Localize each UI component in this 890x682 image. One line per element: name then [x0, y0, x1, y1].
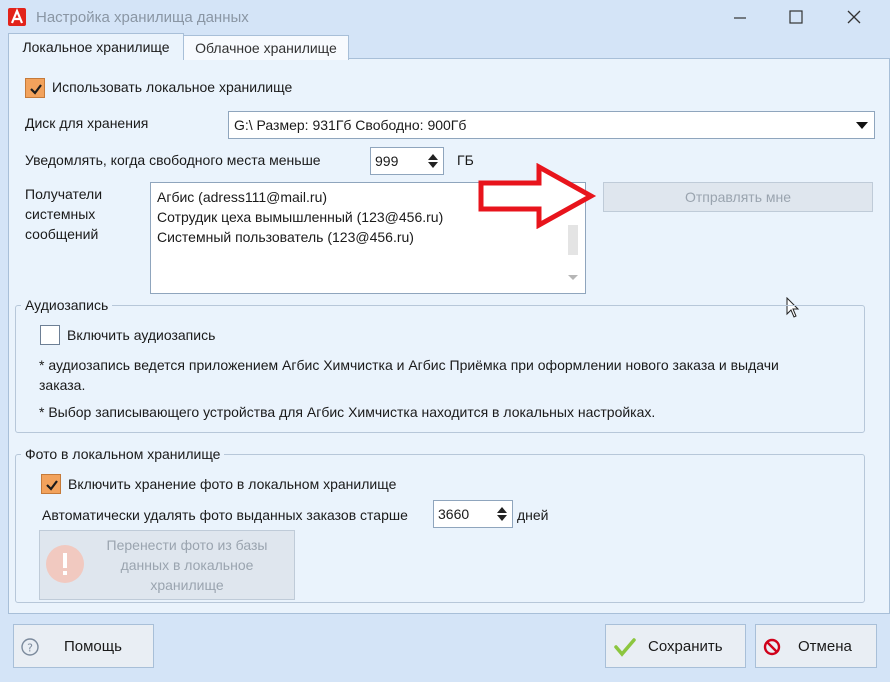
notify-threshold-label: Уведомлять, когда свободного места меньш… — [25, 152, 321, 168]
send-me-button[interactable]: Отправлять мне — [603, 182, 873, 212]
audio-note-1-line1: * аудиозапись ведется приложением Агбис … — [39, 357, 779, 373]
cancel-button-label: Отмена — [798, 638, 852, 655]
audio-group-title: Аудиозапись — [21, 297, 113, 313]
recipients-label-line3: сообщений — [25, 226, 99, 242]
auto-delete-days-value: 3660 — [438, 506, 470, 522]
help-button-label: Помощь — [64, 638, 122, 655]
scroll-thumb[interactable] — [568, 225, 578, 255]
window-title: Настройка хранилища данных — [36, 9, 249, 26]
cancel-button[interactable]: Отмена — [755, 624, 877, 668]
disk-select-value: G:\ Размер: 931Гб Свободно: 900Гб — [234, 117, 467, 133]
spin-down-icon[interactable] — [428, 162, 438, 168]
list-item[interactable]: Сотрудик цеха вымышленный (123@456.ru) — [157, 209, 443, 225]
spin-up-icon[interactable] — [497, 507, 507, 513]
svg-text:?: ? — [27, 642, 33, 655]
maximize-icon — [789, 10, 803, 24]
minimize-button[interactable] — [712, 0, 768, 34]
save-button[interactable]: Сохранить — [605, 624, 746, 668]
auto-delete-unit: дней — [517, 507, 549, 523]
maximize-button[interactable] — [768, 0, 824, 34]
minimize-icon — [734, 17, 746, 19]
transfer-photos-button[interactable]: Перенести фото из базы данных в локально… — [39, 530, 295, 600]
use-local-storage-checkbox[interactable] — [25, 78, 45, 98]
transfer-photos-label: Перенести фото из базы данных в локально… — [92, 535, 282, 595]
enable-audio-label: Включить аудиозапись — [67, 327, 216, 343]
disk-select[interactable]: G:\ Размер: 931Гб Свободно: 900Гб — [228, 111, 875, 139]
close-button[interactable] — [826, 0, 882, 34]
enable-photo-storage-checkbox[interactable] — [41, 474, 61, 494]
notify-threshold-spinner[interactable]: 999 — [370, 147, 444, 175]
list-item[interactable]: Агбис (adress111@mail.ru) — [157, 189, 327, 205]
help-icon: ? — [21, 638, 39, 656]
audio-note-2: * Выбор записывающего устройства для Агб… — [39, 404, 656, 420]
list-item[interactable]: Системный пользователь (123@456.ru) — [157, 229, 414, 245]
spin-up-icon[interactable] — [428, 154, 438, 160]
checkmark-icon — [614, 638, 636, 657]
recipients-label-line2: системных — [25, 206, 96, 222]
auto-delete-days-spinner[interactable]: 3660 — [433, 500, 513, 528]
tab-local-storage[interactable]: Локальное хранилище — [8, 33, 184, 60]
recipients-label-line1: Получатели — [25, 186, 103, 202]
auto-delete-label: Автоматически удалять фото выданных зака… — [42, 507, 408, 523]
enable-photo-storage-label: Включить хранение фото в локальном храни… — [68, 476, 397, 492]
audio-note-1-line2: заказа. — [39, 377, 86, 393]
use-local-storage-label: Использовать локальное хранилище — [52, 79, 293, 95]
notify-unit-label: ГБ — [457, 152, 474, 168]
tab-cloud-storage[interactable]: Облачное хранилище — [183, 35, 349, 60]
close-icon — [847, 10, 861, 24]
photo-group-title: Фото в локальном хранилище — [21, 446, 225, 462]
app-logo-icon — [8, 8, 26, 26]
checkmark-icon — [30, 84, 42, 95]
cancel-icon — [763, 638, 781, 656]
notify-threshold-value: 999 — [375, 153, 399, 169]
warning-icon — [46, 545, 84, 583]
save-button-label: Сохранить — [648, 638, 723, 655]
help-button[interactable]: ? Помощь — [13, 624, 154, 668]
transfer-photos-label-line2: данных в локальное — [120, 557, 254, 573]
transfer-photos-label-line1: Перенести фото из базы — [106, 537, 268, 553]
disk-label: Диск для хранения — [25, 115, 149, 131]
spin-down-icon[interactable] — [497, 515, 507, 521]
annotation-arrow-icon — [478, 163, 597, 229]
transfer-photos-label-line3: хранилище — [150, 577, 224, 593]
dropdown-arrow-icon — [856, 122, 868, 129]
scroll-down-icon[interactable] — [568, 275, 578, 280]
checkmark-icon — [46, 480, 58, 491]
enable-audio-checkbox[interactable] — [40, 325, 60, 345]
